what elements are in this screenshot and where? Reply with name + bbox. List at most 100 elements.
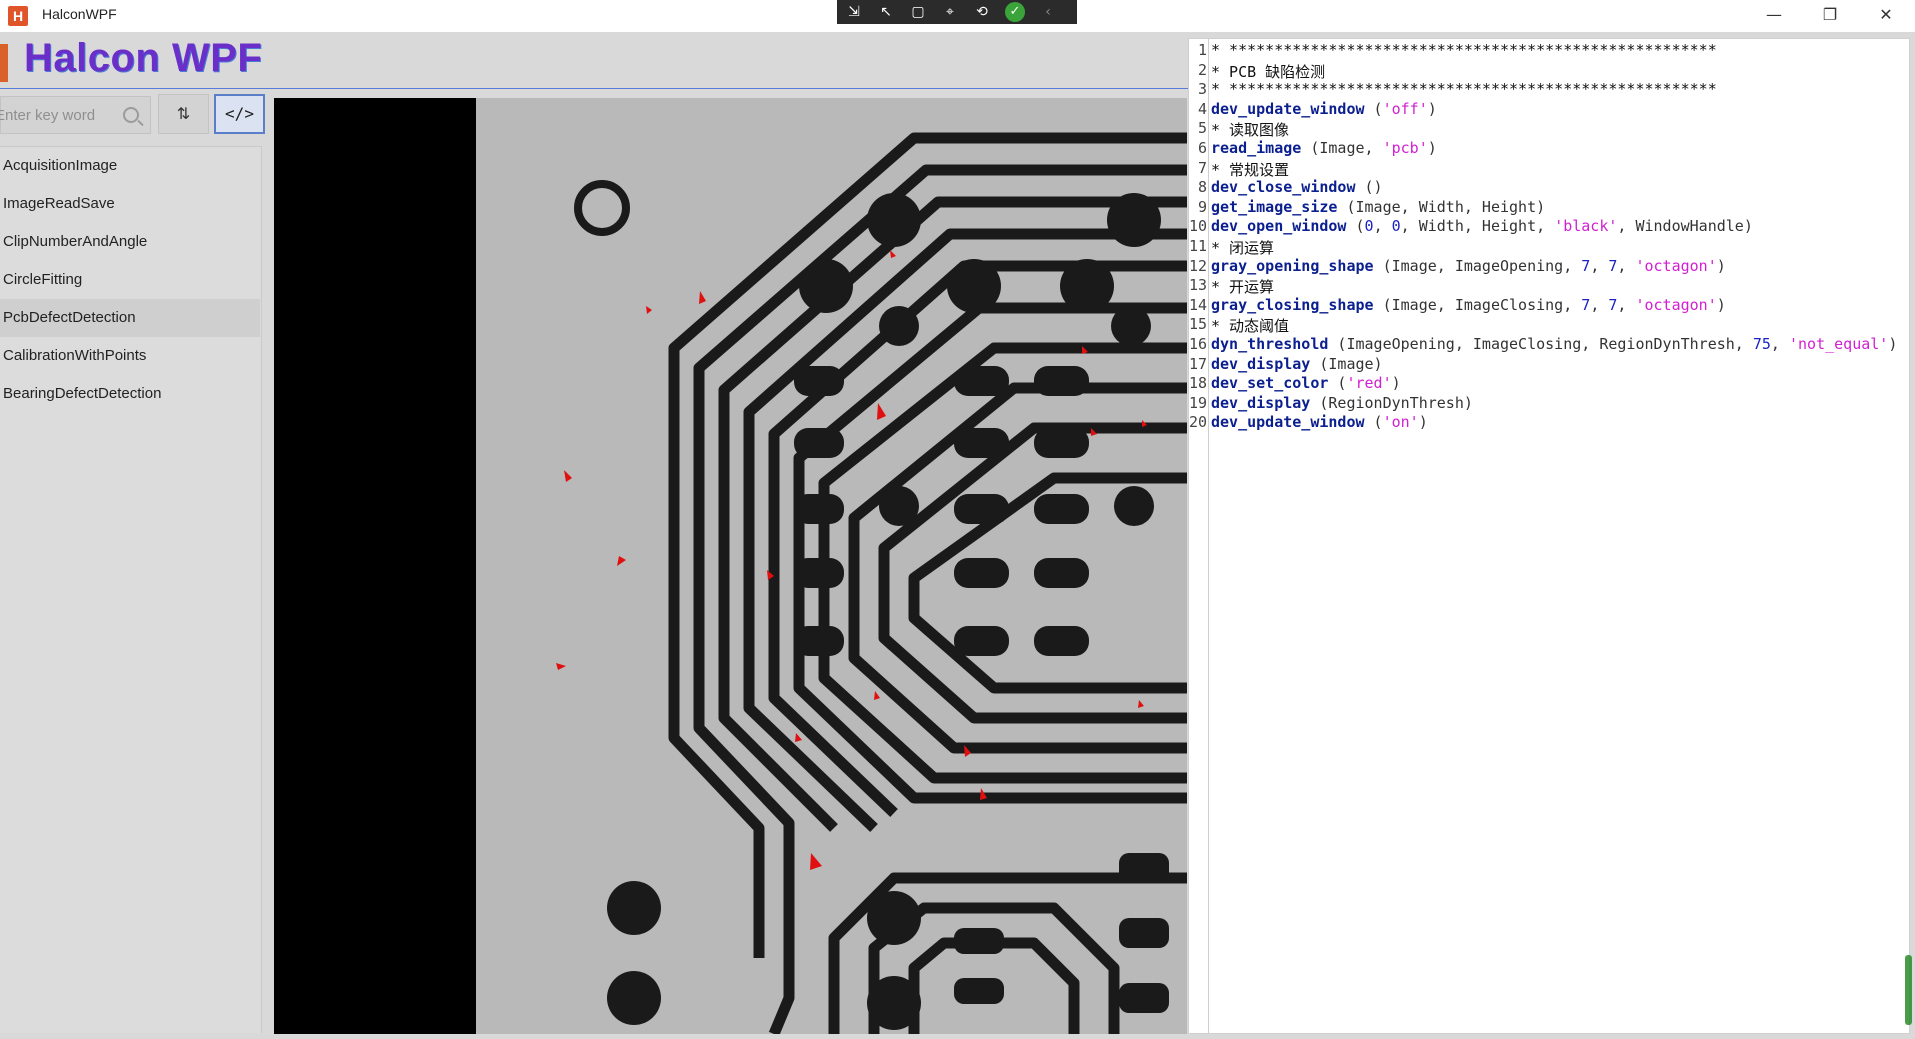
code-token: ) [1888,335,1898,353]
title-bar: H HalconWPF ⇲ ↖ ▢ ⌖ ⟲ ✓ ‹ — ❐ ✕ [0,0,1915,32]
code-token: dev_set_color [1211,374,1329,393]
code-token: (Image) [1310,354,1383,373]
code-token: dyn_threshold [1211,335,1329,353]
code-line: * **************************************… [1211,80,1717,98]
code-line: dev_update_window ('on') [1211,413,1428,431]
line-number: 6 [1197,139,1207,157]
code-line: * 常规设置 [1211,159,1289,180]
code-token: 'octagon' [1635,256,1717,275]
halcon-image-window[interactable] [274,98,1187,1034]
search-input[interactable] [0,106,112,125]
line-number: 12 [1189,256,1208,275]
code-token: , [1617,256,1636,275]
line-number: 20 [1189,413,1208,432]
code-token: , [1617,295,1636,314]
code-token: ) [1391,374,1401,393]
list-item-circle-fitting[interactable]: CircleFitting [0,261,260,299]
list-item-clip-number-and-angle[interactable]: ClipNumberAndAngle [0,223,260,261]
code-line: * 动态阈值 [1211,315,1289,336]
code-token: (Image, ImageOpening, [1373,256,1582,275]
code-token: (Image, [1301,139,1383,157]
check-icon[interactable]: ✓ [1005,2,1025,22]
code-token: 0 [1364,217,1374,236]
code-token: (Image, ImageClosing, [1373,295,1582,314]
code-token: ) [1427,139,1437,157]
list-item-pcb-defect-detection[interactable]: PcbDefectDetection [0,299,260,337]
code-line: gray_opening_shape (Image, ImageOpening,… [1211,257,1726,275]
code-token: 7 [1581,295,1591,314]
list-item-bearing-defect-detection[interactable]: BearingDefectDetection [0,375,260,413]
code-token: read_image [1211,139,1302,157]
code-token: 7 [1581,256,1591,275]
list-item-image-read-save[interactable]: ImageReadSave [0,185,260,223]
code-token: dev_display [1211,393,1311,412]
list-item-acquisition-image[interactable]: AcquisitionImage [0,147,260,185]
code-token: ( [1364,99,1383,118]
code-token: (Image, Width, Height) [1337,197,1546,216]
code-line: * 开运算 [1211,276,1274,297]
code-token: ( [1346,217,1365,236]
page-title: Halcon WPF [24,36,263,80]
header-accent [0,44,8,82]
code-token: , Width, Height, [1400,217,1555,236]
code-view-button[interactable]: </> [214,94,265,134]
code-token: , [1373,217,1392,236]
search-box[interactable] [0,96,151,134]
line-number: 17 [1189,354,1208,373]
search-icon[interactable] [123,107,139,123]
code-token: * 常规设置 [1211,160,1290,179]
editor-scrollbar[interactable] [1905,955,1912,1025]
code-token: * 开运算 [1211,278,1275,297]
select-icon[interactable]: ↖ [877,4,895,20]
code-token: () [1355,178,1383,197]
code-token: 75 [1752,335,1771,353]
code-token: , WindowHandle) [1617,217,1753,236]
line-number: 9 [1197,197,1207,216]
code-token: 'pcb' [1382,139,1428,157]
code-token: 'black' [1554,217,1618,236]
code-line: * **************************************… [1211,41,1717,59]
line-number: 18 [1189,374,1208,393]
line-number: 10 [1189,217,1208,236]
code-token: gray_closing_shape [1211,295,1374,314]
hot-reload-icon[interactable]: ⟲ [973,4,991,20]
window-title: HalconWPF [42,6,117,22]
line-number: 15 [1189,315,1208,334]
code-token: ( [1328,374,1347,393]
code-token: (RegionDynThresh) [1310,393,1473,412]
code-token: * **************************************… [1211,41,1717,59]
restore-button[interactable]: ❐ [1802,0,1858,32]
minimize-button[interactable]: — [1746,0,1802,32]
close-button[interactable]: ✕ [1858,0,1914,32]
code-line: read_image (Image, 'pcb') [1211,139,1437,157]
code-token: * **************************************… [1211,80,1717,99]
code-line: dyn_threshold (ImageOpening, ImageClosin… [1211,335,1897,353]
code-token: * 闭运算 [1211,239,1275,257]
code-token: * PCB 缺陷检测 [1211,62,1326,81]
code-token: 'on' [1382,413,1419,432]
line-number: 4 [1197,99,1207,118]
code-token: ) [1716,295,1726,314]
code-token: 'off' [1382,99,1428,118]
code-token: dev_open_window [1211,217,1347,236]
line-number: 2 [1197,60,1207,79]
list-item-calibration-with-points[interactable]: CalibrationWithPoints [0,337,260,375]
header-divider [0,88,1188,89]
code-line: dev_open_window (0, 0, Width, Height, 'b… [1211,217,1753,235]
inspect-icon[interactable]: ⌖ [941,4,959,20]
code-line: dev_set_color ('red') [1211,374,1401,392]
code-token: ( [1364,413,1383,432]
code-token: dev_update_window [1211,99,1365,118]
collapse-icon[interactable]: ‹ [1039,4,1057,20]
step-icon[interactable]: ⇲ [845,4,863,20]
pcb-image [274,98,1187,1034]
sort-button[interactable]: ⇅ [158,94,209,134]
line-number: 11 [1189,237,1208,255]
app-icon: H [8,6,28,26]
code-token: 0 [1391,217,1401,236]
code-token: gray_opening_shape [1211,256,1374,275]
code-editor[interactable]: * **************************************… [1188,38,1910,1034]
code-line: dev_display (RegionDynThresh) [1211,394,1473,412]
line-number: 16 [1189,335,1208,353]
frame-icon[interactable]: ▢ [909,4,927,20]
